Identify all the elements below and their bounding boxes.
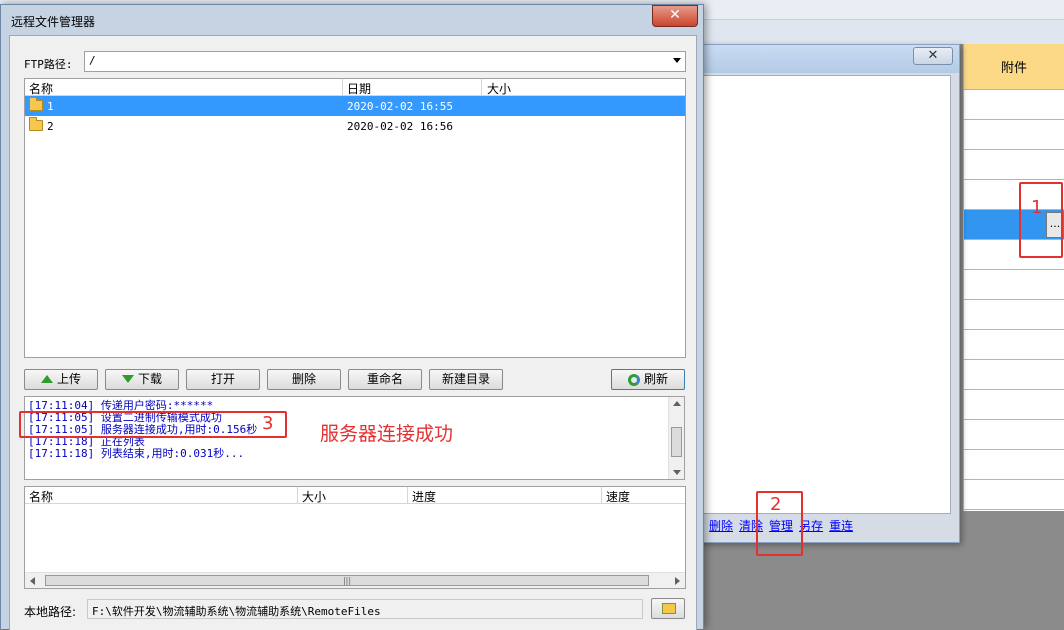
column-size[interactable]: 大小: [487, 80, 511, 97]
column-size[interactable]: 大小: [302, 488, 326, 505]
open-local-folder-button[interactable]: [651, 598, 685, 619]
folder-icon: [29, 97, 43, 111]
scroll-thumb[interactable]: |||: [45, 575, 649, 586]
local-path-field[interactable]: F:\软件开发\物流辅助系统\物流辅助系统\RemoteFiles: [87, 599, 643, 619]
subwindow-close-button[interactable]: ✕: [913, 47, 953, 65]
grid-row[interactable]: [964, 120, 1064, 150]
annotation-box-1: [1019, 182, 1063, 258]
grid-row[interactable]: [964, 270, 1064, 300]
refresh-label: 刷新: [643, 372, 668, 386]
grid-row[interactable]: [964, 420, 1064, 450]
list-item[interactable]: 2 2020-02-02 16:56: [25, 116, 685, 136]
transfer-list[interactable]: 名称 大小 进度 速度 |||: [24, 486, 686, 589]
download-arrow-icon: [121, 374, 134, 383]
grid-row[interactable]: [964, 360, 1064, 390]
annotation-box-3: [19, 411, 287, 438]
delete-button[interactable]: 删除: [267, 369, 341, 390]
annotation-number-2: 2: [770, 494, 782, 515]
scroll-right-icon[interactable]: [675, 577, 680, 585]
refresh-button[interactable]: 刷新: [611, 369, 685, 390]
file-date: 2020-02-02 16:56: [347, 120, 453, 133]
grid-row[interactable]: [964, 450, 1064, 480]
column-divider[interactable]: [601, 487, 602, 503]
folder-icon: [29, 117, 43, 131]
log-line: [17:11:18] 列表结束,用时:0.031秒...: [28, 447, 245, 460]
remote-list-header: 名称 日期 大小: [25, 79, 685, 96]
grid-row[interactable]: [964, 480, 1064, 510]
ftp-path-label: FTP路径:: [24, 58, 73, 71]
column-name[interactable]: 名称: [29, 80, 53, 97]
grid-row[interactable]: [964, 150, 1064, 180]
attachment-column-header[interactable]: 附件: [964, 44, 1064, 90]
column-divider[interactable]: [342, 79, 343, 95]
refresh-icon: [627, 373, 640, 386]
grid-row[interactable]: [964, 330, 1064, 360]
column-divider[interactable]: [297, 487, 298, 503]
local-path-label: 本地路径:: [24, 605, 77, 619]
log-scrollbar[interactable]: [668, 397, 684, 479]
column-divider[interactable]: [481, 79, 482, 95]
download-label: 下载: [137, 372, 162, 386]
ftp-path-value: /: [89, 54, 96, 67]
chevron-down-icon[interactable]: [673, 58, 681, 63]
upload-label: 上传: [56, 372, 81, 386]
grid-row[interactable]: [964, 390, 1064, 420]
file-name: 1: [47, 100, 54, 113]
rename-button[interactable]: 重命名: [348, 369, 422, 390]
list-item[interactable]: 1 2020-02-02 16:55: [25, 96, 685, 116]
scroll-up-icon[interactable]: [673, 401, 681, 406]
annotation-number-3: 3: [262, 413, 274, 434]
scroll-down-icon[interactable]: [673, 470, 681, 475]
scroll-left-icon[interactable]: [30, 577, 35, 585]
attachment-subwindow: ✕ 删除 清除 管理 另存 重连: [698, 44, 960, 543]
annotation-note: 服务器连接成功: [320, 423, 454, 445]
attachment-grid: 附件 ...: [963, 44, 1064, 511]
transfer-list-header: 名称 大小 进度 速度: [25, 487, 685, 504]
grid-row[interactable]: [964, 90, 1064, 120]
background-panel-header: [700, 20, 1064, 44]
download-button[interactable]: 下载: [105, 369, 179, 390]
dialog-title: 远程文件管理器: [11, 15, 96, 29]
link-delete[interactable]: 删除: [709, 517, 733, 534]
annotation-number-1: 1: [1031, 197, 1043, 218]
column-progress[interactable]: 进度: [412, 488, 436, 505]
ftp-path-combobox[interactable]: /: [84, 51, 686, 72]
link-reconnect[interactable]: 重连: [829, 517, 853, 534]
dialog-body: FTP路径: / 名称 日期 大小 1 2020-02-02 16:55 2 2…: [9, 35, 697, 630]
remote-file-manager-dialog: 远程文件管理器 ✕ FTP路径: / 名称 日期 大小 1 2020-02-02…: [0, 4, 704, 630]
dialog-close-button[interactable]: ✕: [652, 5, 698, 27]
column-divider[interactable]: [407, 487, 408, 503]
upload-arrow-icon: [40, 374, 53, 383]
column-speed[interactable]: 速度: [606, 488, 630, 505]
column-date[interactable]: 日期: [347, 80, 371, 97]
scroll-thumb[interactable]: [671, 427, 682, 457]
file-date: 2020-02-02 16:55: [347, 100, 453, 113]
open-button[interactable]: 打开: [186, 369, 260, 390]
remote-file-list[interactable]: 名称 日期 大小 1 2020-02-02 16:55 2 2020-02-02…: [24, 78, 686, 358]
upload-button[interactable]: 上传: [24, 369, 98, 390]
transfer-list-scrollbar[interactable]: |||: [25, 572, 685, 588]
new-directory-button[interactable]: 新建目录: [429, 369, 503, 390]
subwindow-content: [703, 75, 951, 514]
folder-icon: [662, 603, 676, 614]
column-name[interactable]: 名称: [29, 488, 53, 505]
grid-row[interactable]: [964, 300, 1064, 330]
file-name: 2: [47, 120, 54, 133]
